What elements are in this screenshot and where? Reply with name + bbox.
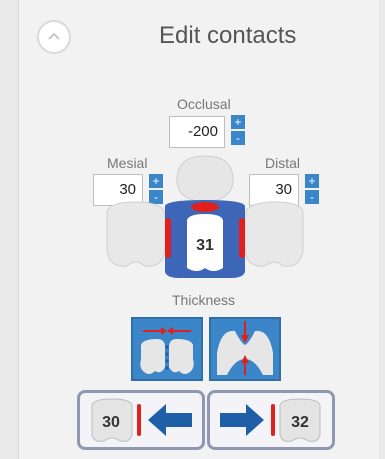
arrow-right-icon [220,404,264,436]
occlusal-thickness-button[interactable] [209,317,281,381]
contact-marker-icon [271,404,275,436]
distal-decrement-button[interactable]: - [305,190,319,204]
current-tooth-number: 31 [196,237,214,254]
occlusal-tooth-icon [176,155,234,203]
next-tooth-button[interactable]: 32 [207,390,335,450]
previous-tooth-number: 30 [102,414,120,431]
contact-thickness-icon [140,327,194,374]
contact-marker-icon [137,404,141,436]
occlusal-thickness-icon [217,321,273,375]
occlusal-contact-marker [191,202,219,212]
arrow-left-icon [148,404,192,436]
mesial-tooth-icon [106,201,166,267]
distal-tooth-icon [244,201,304,267]
contact-thickness-button[interactable] [131,317,203,381]
occlusal-input[interactable]: -200 [169,116,225,148]
occlusal-stepper: + - [231,115,245,147]
panel-header: Edit contacts [19,0,379,70]
chevron-up-icon [48,32,60,40]
edit-contacts-panel: Edit contacts Occlusal -200 + - Mesial 3… [18,0,379,459]
distal-increment-button[interactable]: + [305,174,319,188]
previous-tooth-button[interactable]: 30 [77,390,205,450]
page-title: Edit contacts [159,22,297,49]
tooth-contact-view: 31 [106,155,304,278]
collapse-button[interactable] [37,20,71,54]
occlusal-decrement-button[interactable]: - [231,131,245,145]
next-tooth-number: 32 [291,414,309,431]
occlusal-label: Occlusal [177,96,231,112]
distal-contact-marker [239,218,245,258]
mesial-contact-marker [165,218,171,258]
distal-stepper: + - [305,174,319,206]
thickness-label: Thickness [172,292,236,308]
occlusal-increment-button[interactable]: + [231,115,245,129]
